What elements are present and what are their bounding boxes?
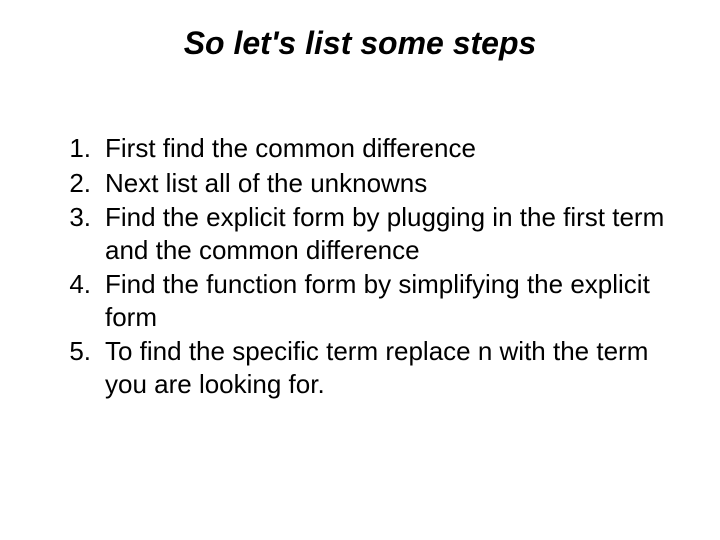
list-item: 3. Find the explicit form by plugging in… — [50, 201, 670, 266]
list-text: Find the function form by simplifying th… — [105, 268, 670, 333]
list-item: 1. First find the common difference — [50, 132, 670, 165]
list-item: 5. To find the specific term replace n w… — [50, 335, 670, 400]
list-number: 4. — [50, 268, 105, 333]
list-text: Next list all of the unknowns — [105, 167, 670, 200]
list-number: 5. — [50, 335, 105, 400]
list-number: 1. — [50, 132, 105, 165]
list-number: 3. — [50, 201, 105, 266]
list-text: To find the specific term replace n with… — [105, 335, 670, 400]
slide-title: So let's list some steps — [50, 25, 670, 62]
list-item: 4. Find the function form by simplifying… — [50, 268, 670, 333]
list-item: 2. Next list all of the unknowns — [50, 167, 670, 200]
list-text: Find the explicit form by plugging in th… — [105, 201, 670, 266]
list-number: 2. — [50, 167, 105, 200]
list-text: First find the common difference — [105, 132, 670, 165]
steps-list: 1. First find the common difference 2. N… — [50, 132, 670, 400]
